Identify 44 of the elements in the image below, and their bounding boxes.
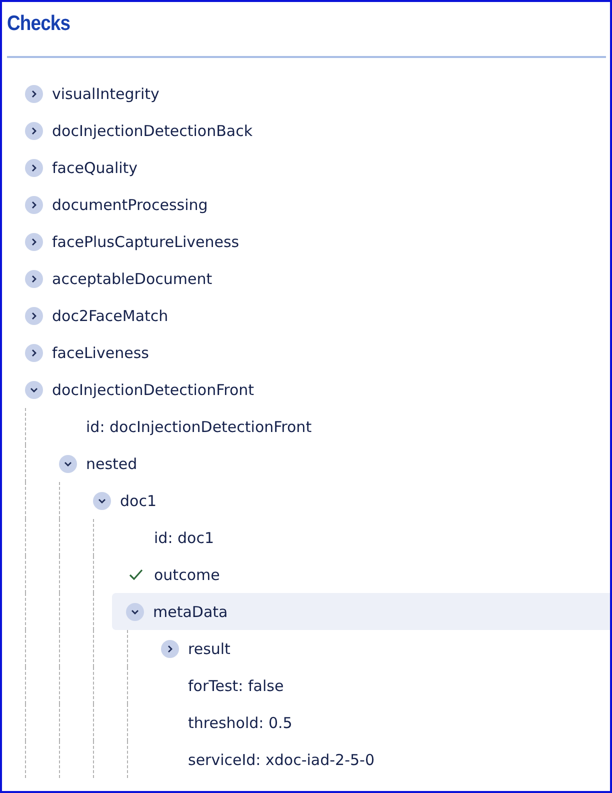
chevron-icon xyxy=(29,162,39,172)
tree-item-label[interactable]: visualIntegrity xyxy=(52,84,160,102)
chevron-icon xyxy=(29,348,39,358)
tree-item-label[interactable]: doc2FaceMatch xyxy=(52,306,168,324)
chevron-icon xyxy=(29,310,39,320)
tree-item-label[interactable]: faceQuality xyxy=(52,158,138,176)
toggle-button[interactable] xyxy=(25,306,43,324)
tree-item-label: outcome xyxy=(154,566,220,584)
tree-item-label[interactable]: result xyxy=(188,640,230,658)
chevron-icon xyxy=(29,126,39,136)
tree-item-label: threshold: 0.5 xyxy=(188,714,292,732)
tree-item-label[interactable]: acceptableDocument xyxy=(52,270,212,288)
tree-item-label[interactable]: faceLiveness xyxy=(52,344,149,362)
tree-item-label: id: doc1 xyxy=(154,528,214,546)
toggle-button[interactable] xyxy=(25,196,43,214)
toggle-button[interactable] xyxy=(59,454,77,472)
toggle-button[interactable] xyxy=(25,380,43,398)
toggle-button[interactable] xyxy=(25,122,43,140)
chevron-icon xyxy=(29,200,39,210)
toggle-button[interactable] xyxy=(161,640,179,658)
tree-item-label: forTest: false xyxy=(188,676,284,694)
tree-item-label[interactable]: nested xyxy=(86,454,138,472)
toggle-button[interactable] xyxy=(25,84,43,102)
chevron-icon xyxy=(165,644,175,654)
tree-item-label[interactable]: facePlusCaptureLiveness xyxy=(52,232,240,250)
toggle-button[interactable] xyxy=(25,158,43,176)
toggle-button[interactable] xyxy=(93,492,111,510)
chevron-icon xyxy=(29,274,39,284)
tree-item-label: serviceId: xdoc-iad-2-5-0 xyxy=(188,750,374,768)
toggle-button[interactable] xyxy=(25,270,43,288)
panel-title: Checks xyxy=(7,12,70,36)
toggle-button[interactable] xyxy=(25,344,43,362)
tree-item-label[interactable]: docInjectionDetectionBack xyxy=(52,122,253,140)
tree-item-label[interactable]: metaData xyxy=(153,602,228,620)
toggle-button[interactable] xyxy=(25,232,43,250)
toggle-button[interactable] xyxy=(126,602,144,620)
chevron-icon xyxy=(29,88,39,98)
checkmark-icon xyxy=(129,569,143,580)
selected-row-background[interactable]: metaData xyxy=(112,593,610,630)
tree-item-label[interactable]: doc1 xyxy=(120,492,156,510)
tree-item-label[interactable]: docInjectionDetectionFront xyxy=(52,380,254,398)
chevron-icon xyxy=(29,236,39,246)
tree-item-label[interactable]: documentProcessing xyxy=(52,196,208,214)
tree-item-label: id: docInjectionDetectionFront xyxy=(86,418,312,436)
